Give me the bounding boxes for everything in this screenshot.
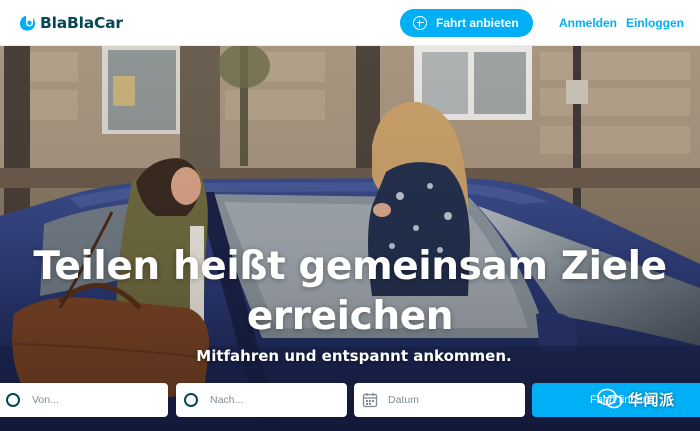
offer-ride-label: Fahrt anbieten xyxy=(436,16,519,30)
date-placeholder: Datum xyxy=(388,394,419,406)
hero-title: Teilen heißt gemeinsam Ziele erreichen xyxy=(0,242,700,342)
logo-mark-icon xyxy=(20,15,35,30)
calendar-icon xyxy=(362,393,378,408)
logo-text: BlaBlaCar xyxy=(40,13,123,32)
watermark: 华闻派 xyxy=(597,388,675,410)
to-input[interactable]: Nach... xyxy=(176,383,347,417)
hero-photo xyxy=(0,46,700,431)
blablacar-logo[interactable]: BlaBlaCar xyxy=(18,0,123,46)
offer-ride-button[interactable]: Fahrt anbieten xyxy=(400,9,533,37)
register-link[interactable]: Anmelden xyxy=(559,16,617,30)
from-ring-icon xyxy=(6,393,20,407)
hero-section: Teilen heißt gemeinsam Ziele erreichen M… xyxy=(0,46,700,431)
date-input[interactable]: Datum xyxy=(354,383,525,417)
to-ring-icon xyxy=(184,393,198,407)
plus-circle-icon xyxy=(413,16,427,30)
watermark-text: 华闻派 xyxy=(628,391,675,409)
hero-title-line-2: erreichen xyxy=(246,294,454,339)
from-input[interactable]: Von... xyxy=(0,383,168,417)
top-navigation-bar: BlaBlaCar Fahrt anbieten Anmelden Einlog… xyxy=(0,0,700,46)
hero-title-line-1: Teilen heißt gemeinsam Ziele xyxy=(33,244,667,289)
to-placeholder: Nach... xyxy=(210,394,244,406)
login-link[interactable]: Einloggen xyxy=(626,16,684,30)
hero-subtitle: Mitfahren und entspannt ankommen. xyxy=(196,347,512,365)
chat-bubble-icon xyxy=(597,388,623,409)
from-placeholder: Von... xyxy=(32,394,59,406)
